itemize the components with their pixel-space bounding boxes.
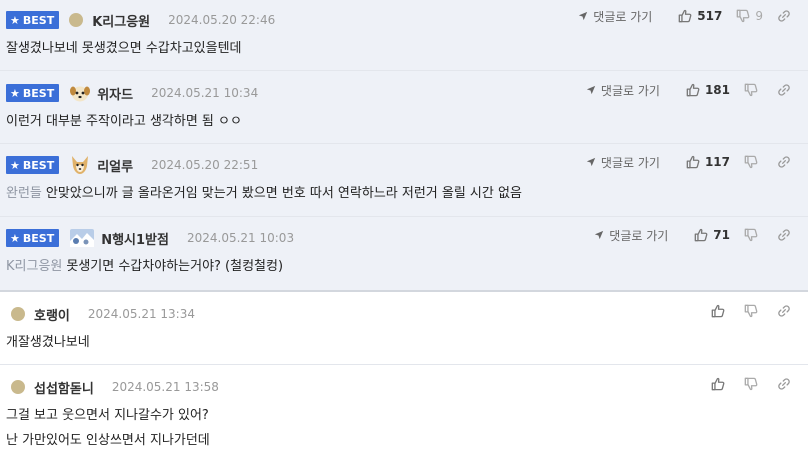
like-count: 117 xyxy=(704,155,730,169)
author-nickname[interactable]: 호랭이 xyxy=(34,305,70,324)
share-link-button[interactable] xyxy=(777,228,796,242)
share-link-button[interactable] xyxy=(777,304,796,318)
like-count: 71 xyxy=(713,228,730,242)
like-button[interactable] xyxy=(711,377,730,391)
arrow-icon xyxy=(594,230,604,240)
like-count: 517 xyxy=(697,9,723,23)
comment-text-line: 난 가만있어도 인상쓰면서 지나가던데 xyxy=(6,433,210,448)
dislike-button[interactable] xyxy=(744,377,763,391)
comment-body: K리그응원 못생기면 수갑차야하는거야? (철컹철컹) xyxy=(6,254,283,279)
comment-body: 이런거 대부분 주작이라고 생각하면 됨 ㅇㅇ xyxy=(6,109,242,134)
author-nickname[interactable]: N행시1받점 xyxy=(101,229,169,248)
thumbs-down-icon xyxy=(744,155,758,169)
snow-avatar-icon[interactable] xyxy=(69,227,95,249)
comment-item: ★ BEST 리얼루 2024.05.20 22:51 댓글로 가기 117 완런… xyxy=(0,144,808,217)
dislike-count: 9 xyxy=(755,9,763,23)
link-icon xyxy=(777,228,791,242)
link-icon xyxy=(777,83,791,97)
go-to-comment-link[interactable]: 댓글로 가기 xyxy=(586,82,660,99)
comment-body: 그걸 보고 웃으면서 지나갈수가 있어? 난 가만있어도 인상쓰면서 지나가던데 xyxy=(6,403,210,453)
puppy-avatar-icon[interactable] xyxy=(69,82,91,104)
comment-date: 2024.05.21 10:34 xyxy=(151,86,259,100)
best-badge: ★ BEST xyxy=(6,84,60,102)
star-icon: ★ xyxy=(10,158,20,172)
like-button[interactable] xyxy=(711,304,730,318)
comment-date: 2024.05.20 22:51 xyxy=(151,158,259,172)
dislike-button[interactable] xyxy=(744,83,763,97)
thumbs-up-icon xyxy=(686,155,700,169)
thumbs-up-icon xyxy=(678,9,692,23)
thumbs-down-icon xyxy=(744,377,758,391)
link-icon xyxy=(777,9,791,23)
comment-body: 완런들 안맞았으니까 글 올라온거임 맞는거 봤으면 번호 따서 연락하느라 저런… xyxy=(6,181,522,206)
arrow-icon xyxy=(586,85,596,95)
comment-date: 2024.05.21 13:58 xyxy=(111,380,219,394)
thumbs-up-icon xyxy=(711,304,725,318)
share-link-button[interactable] xyxy=(777,9,796,23)
comment-body: 잘생겼나보네 못생겼으면 수갑차고있을텐데 xyxy=(6,36,242,61)
comment-body: 개잘생겼나보네 xyxy=(6,330,90,355)
star-icon: ★ xyxy=(10,86,20,100)
star-icon: ★ xyxy=(10,231,20,245)
comment-text: 안맞았으니까 글 올라온거임 맞는거 봤으면 번호 따서 연락하느라 저런거 올… xyxy=(45,186,522,201)
go-to-comment-link[interactable]: 댓글로 가기 xyxy=(578,8,652,25)
thumbs-up-icon xyxy=(711,377,725,391)
dog-avatar-icon[interactable] xyxy=(69,154,91,176)
best-badge: ★ BEST xyxy=(6,156,60,174)
comment-item: ★ BEST N행시1받점 2024.05.21 10:03 댓글로 가기 71 … xyxy=(0,217,808,292)
like-button[interactable]: 517 xyxy=(678,9,722,23)
link-icon xyxy=(777,304,791,318)
author-nickname[interactable]: K리그응원 xyxy=(92,11,150,30)
dislike-button[interactable]: 9 xyxy=(736,9,763,23)
thumbs-up-icon xyxy=(686,83,700,97)
go-to-comment-link[interactable]: 댓글로 가기 xyxy=(594,227,668,244)
share-link-button[interactable] xyxy=(777,155,796,169)
like-button[interactable]: 181 xyxy=(686,83,730,97)
comment-item: ★ BEST 위자드 2024.05.21 10:34 댓글로 가기 181 이… xyxy=(0,71,808,144)
link-icon xyxy=(777,155,791,169)
thumbs-down-icon xyxy=(744,304,758,318)
author-nickname[interactable]: 섭섭함돋니 xyxy=(34,378,94,397)
arrow-icon xyxy=(578,11,588,21)
comment-text: 못생기면 수갑차야하는거야? (철컹철컹) xyxy=(66,259,284,274)
thumbs-up-icon xyxy=(694,228,708,242)
like-count: 181 xyxy=(704,83,730,97)
author-nickname[interactable]: 리얼루 xyxy=(97,156,133,175)
comment-text: 이런거 대부분 주작이라고 생각하면 됨 ㅇㅇ xyxy=(6,114,242,129)
like-button[interactable]: 71 xyxy=(694,228,730,242)
like-button[interactable]: 117 xyxy=(686,155,730,169)
best-badge: ★ BEST xyxy=(6,11,60,29)
share-link-button[interactable] xyxy=(777,83,796,97)
dislike-button[interactable] xyxy=(744,304,763,318)
avatar[interactable] xyxy=(11,380,25,394)
best-badge: ★ BEST xyxy=(6,229,60,247)
thumbs-down-icon xyxy=(744,83,758,97)
dislike-button[interactable] xyxy=(744,155,763,169)
arrow-icon xyxy=(586,157,596,167)
comment-date: 2024.05.21 13:34 xyxy=(87,307,195,321)
comment-text-line: 그걸 보고 웃으면서 지나갈수가 있어? xyxy=(6,408,209,423)
go-to-comment-link[interactable]: 댓글로 가기 xyxy=(586,154,660,171)
reply-target[interactable]: 완런들 xyxy=(6,186,42,201)
share-link-button[interactable] xyxy=(777,377,796,391)
comment-date: 2024.05.20 22:46 xyxy=(168,13,276,27)
author-nickname[interactable]: 위자드 xyxy=(97,84,133,103)
dislike-button[interactable] xyxy=(744,228,763,242)
thumbs-down-icon xyxy=(744,228,758,242)
comment-text: 잘생겼나보네 못생겼으면 수갑차고있을텐데 xyxy=(6,41,242,56)
thumbs-down-icon xyxy=(736,9,750,23)
avatar[interactable] xyxy=(11,307,25,321)
comment-date: 2024.05.21 10:03 xyxy=(186,231,295,245)
comment-list: ★ BEST K리그응원 2024.05.20 22:46 댓글로 가기 517 … xyxy=(0,0,808,457)
avatar[interactable] xyxy=(69,13,84,27)
star-icon: ★ xyxy=(10,13,20,27)
comment-item: 호랭이 2024.05.21 13:34 개잘생겼나보네 xyxy=(0,292,808,365)
comment-item: 섭섭함돋니 2024.05.21 13:58 그걸 보고 웃으면서 지나갈수가 … xyxy=(0,365,808,457)
comment-text: 개잘생겼나보네 xyxy=(6,335,90,350)
reply-target[interactable]: K리그응원 xyxy=(6,259,62,274)
link-icon xyxy=(777,377,791,391)
comment-item: ★ BEST K리그응원 2024.05.20 22:46 댓글로 가기 517 … xyxy=(0,0,808,71)
